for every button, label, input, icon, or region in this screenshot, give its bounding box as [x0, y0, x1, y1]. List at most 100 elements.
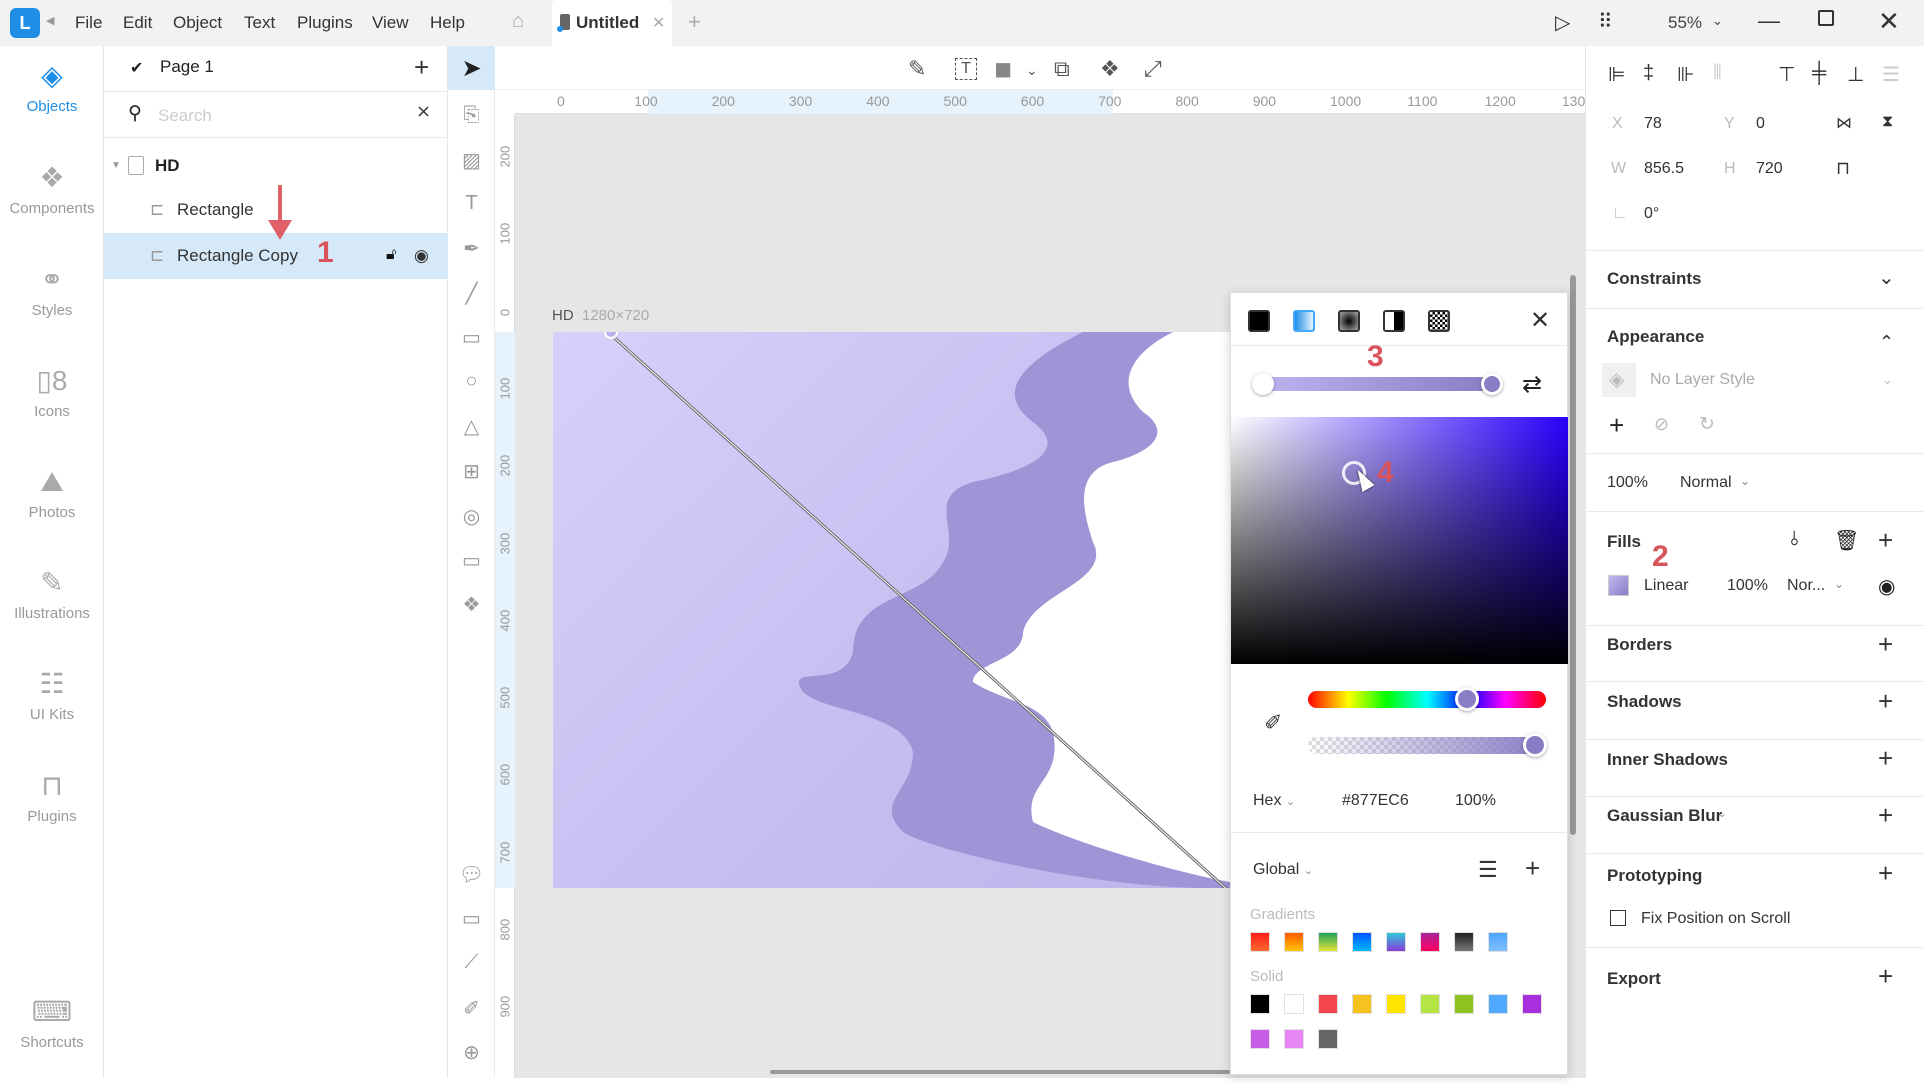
hue-slider[interactable] [1308, 691, 1546, 708]
alpha-slider-handle[interactable] [1523, 733, 1547, 757]
triangle-tool-icon[interactable]: △ [448, 414, 495, 439]
app-logo[interactable]: L [10, 8, 40, 38]
button-tool-icon[interactable]: ▭ [448, 548, 495, 573]
boolean-chevron-icon[interactable]: ⌄ [1026, 62, 1038, 79]
rectangle-tool-icon[interactable]: ▭ [448, 325, 495, 350]
fill-blend[interactable]: Nor... [1787, 577, 1825, 595]
layer-search-input[interactable] [158, 104, 398, 128]
chevron-up-icon[interactable]: ⌃ [1879, 332, 1894, 352]
gradient-swatch[interactable] [1284, 932, 1304, 952]
menu-object[interactable]: Object [173, 13, 222, 33]
preview-play-icon[interactable]: ▷ [1555, 10, 1570, 35]
blend-chevron-icon[interactable]: ⌄ [1740, 474, 1750, 488]
appearance-title[interactable]: Appearance [1607, 327, 1704, 347]
text-box-icon[interactable]: T [955, 58, 977, 80]
add-fill-icon[interactable]: + [1878, 527, 1893, 553]
logo-caret-icon[interactable]: ◀ [46, 14, 54, 27]
align-right-icon[interactable]: ⊪ [1677, 62, 1694, 87]
apps-grid-icon[interactable]: ⠿ [1598, 9, 1613, 34]
home-icon[interactable]: ⌂ [512, 10, 524, 33]
constraints-title[interactable]: Constraints [1607, 269, 1701, 289]
h-input[interactable]: 720 [1756, 160, 1783, 178]
layer-artboard-hd[interactable]: HD [155, 156, 180, 176]
align-bottom-icon[interactable]: ⊥ [1847, 62, 1864, 87]
add-blur-icon[interactable]: + [1878, 802, 1893, 828]
blur-chevron-icon[interactable]: ⌄ [1717, 806, 1727, 820]
fix-position-checkbox[interactable] [1610, 910, 1626, 926]
fill-opacity[interactable]: 100% [1727, 577, 1768, 595]
w-input[interactable]: 856.5 [1644, 160, 1684, 178]
solid-swatch[interactable] [1386, 994, 1406, 1014]
align-center-h-icon[interactable]: ‡ [1643, 62, 1654, 85]
layer-style-select[interactable]: No Layer Style [1650, 371, 1755, 389]
solid-swatch[interactable] [1522, 994, 1542, 1014]
component-icon[interactable]: ❖ [1100, 56, 1120, 82]
solid-swatch[interactable] [1250, 1029, 1270, 1049]
pattern-fill-type-icon[interactable] [1428, 310, 1450, 332]
artboard-hd[interactable] [553, 332, 1230, 888]
vertical-scrollbar[interactable] [1570, 275, 1576, 835]
angular-gradient-type-icon[interactable] [1383, 310, 1405, 332]
nav-photos[interactable]: ⛰ Photos [0, 464, 104, 521]
gradient-swatch[interactable] [1454, 932, 1474, 952]
solid-swatch[interactable] [1284, 994, 1304, 1014]
nav-icons[interactable]: ▯8 Icons [0, 363, 104, 420]
pointer-icon[interactable]: ➤ [448, 54, 495, 83]
solid-swatch[interactable] [1318, 1029, 1338, 1049]
hex-input[interactable]: #877EC6 [1342, 792, 1409, 810]
gaussian-blur-title[interactable]: Gaussian Blur [1607, 806, 1722, 826]
linear-gradient-type-icon[interactable] [1293, 310, 1315, 332]
add-export-icon[interactable]: + [1878, 963, 1893, 989]
zoom-tool-icon[interactable]: ⊕ [448, 1040, 495, 1065]
add-shadow-icon[interactable]: + [1878, 688, 1893, 714]
hue-slider-handle[interactable] [1455, 687, 1479, 711]
gradient-stop-start[interactable] [1252, 373, 1274, 395]
menu-file[interactable]: File [75, 13, 102, 33]
distribute-h-icon[interactable]: ⦀ [1713, 62, 1722, 85]
layer-style-chevron-icon[interactable]: ⌄ [1882, 372, 1893, 388]
solid-swatch[interactable] [1488, 994, 1508, 1014]
solid-swatch[interactable] [1250, 994, 1270, 1014]
pen-tool-icon[interactable]: ✒ [448, 236, 495, 261]
rotation-input[interactable]: 0° [1644, 205, 1659, 223]
color-mode-select[interactable]: Hex ⌄ [1253, 792, 1295, 810]
collapse-all-icon[interactable]: ⨯ [416, 101, 431, 122]
annotation-tool-icon[interactable]: ▭ [448, 906, 495, 931]
menu-help[interactable]: Help [430, 13, 465, 33]
page-selector[interactable] [104, 46, 448, 92]
fill-color-swatch[interactable] [1608, 575, 1629, 596]
add-inner-shadow-icon[interactable]: + [1878, 745, 1893, 771]
maximize-icon[interactable] [1818, 10, 1834, 26]
gradient-stop-end[interactable] [1481, 373, 1503, 395]
gradient-swatch[interactable] [1318, 932, 1338, 952]
mask-icon[interactable]: ⧉ [1054, 56, 1070, 82]
distribute-v-icon[interactable]: ☰ [1882, 62, 1900, 87]
eyedropper-tool-icon[interactable]: ✐ [448, 996, 495, 1021]
avatar-tool-icon[interactable]: ◎ [448, 504, 495, 529]
menu-edit[interactable]: Edit [123, 13, 152, 33]
alpha-slider[interactable] [1308, 737, 1546, 754]
image-tool-icon[interactable]: ▨ [448, 148, 495, 173]
gradient-swatch[interactable] [1386, 932, 1406, 952]
knife-tool-icon[interactable]: ⟋ [448, 951, 495, 974]
eyedropper-icon[interactable]: ✐ [1264, 710, 1282, 736]
ellipse-tool-icon[interactable]: ○ [448, 370, 495, 393]
menu-view[interactable]: View [372, 13, 409, 33]
minimize-icon[interactable]: — [1758, 8, 1780, 34]
solid-swatch[interactable] [1284, 1029, 1304, 1049]
unlock-icon[interactable]: 🔓︎ [386, 246, 396, 264]
saturation-brightness-area[interactable] [1231, 417, 1568, 664]
text-tool-icon[interactable]: T [448, 192, 495, 215]
resize-icon[interactable]: ⤢ [1144, 56, 1162, 82]
add-style-icon[interactable]: + [1609, 410, 1624, 441]
lock-ratio-icon[interactable]: ⊓ [1836, 158, 1850, 179]
artboard-tool-icon[interactable]: ⎘ [448, 104, 495, 127]
close-picker-icon[interactable]: ✕ [1530, 306, 1550, 335]
nav-ui-kits[interactable]: ☷ UI Kits [0, 666, 104, 723]
pencil-icon[interactable]: ✎ [908, 56, 926, 82]
x-input[interactable]: 78 [1644, 115, 1662, 133]
solid-fill-type-icon[interactable] [1248, 310, 1270, 332]
menu-text[interactable]: Text [244, 13, 275, 33]
zoom-level[interactable]: 55% [1668, 13, 1702, 33]
solid-swatch[interactable] [1318, 994, 1338, 1014]
